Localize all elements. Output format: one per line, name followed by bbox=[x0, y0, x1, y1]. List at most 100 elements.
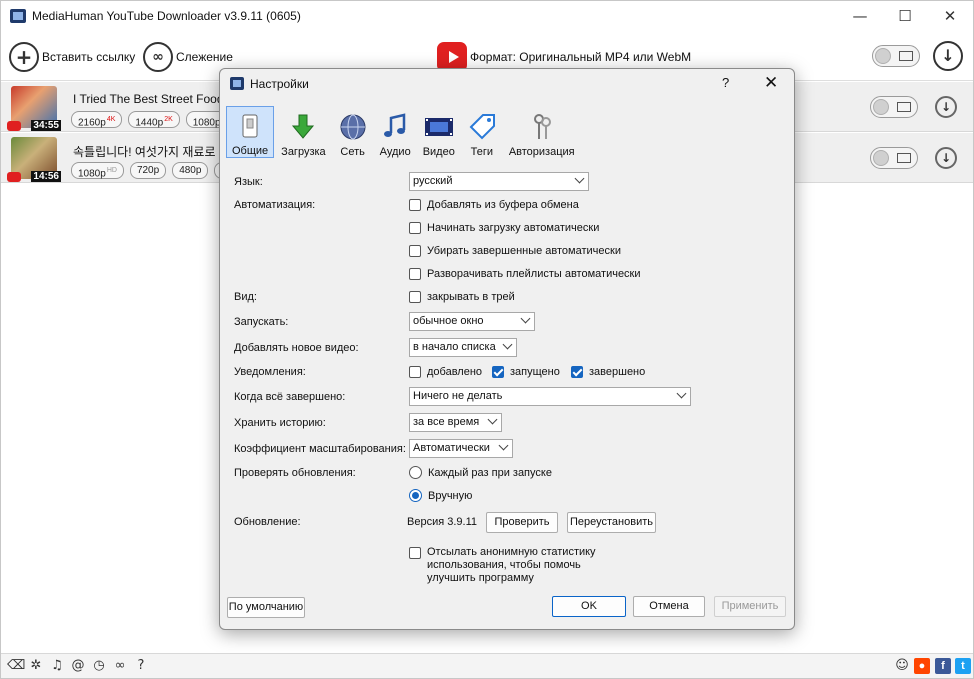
quality-label: 480p bbox=[179, 165, 202, 176]
tab-authorization[interactable]: Авторизация bbox=[504, 106, 580, 158]
minimize-button[interactable]: — bbox=[837, 1, 883, 31]
auto-expand-playlists-checkbox[interactable]: Разворачивать плейлисты автоматически bbox=[409, 268, 641, 280]
automation-label: Автоматизация: bbox=[234, 199, 316, 211]
auto-clipboard-checkbox[interactable]: Добавлять из буфера обмена bbox=[409, 199, 579, 211]
cancel-button[interactable]: Отмена bbox=[633, 596, 705, 617]
view-label: Вид: bbox=[234, 291, 257, 303]
checkbox-box bbox=[409, 268, 421, 280]
add-video-label: Добавлять новое видео: bbox=[234, 342, 359, 354]
quality-chip[interactable]: 720p bbox=[129, 162, 167, 179]
stats-line-2: использования, чтобы помочь bbox=[427, 559, 581, 571]
download-button[interactable]: ↓ bbox=[935, 96, 957, 118]
anonymous-stats-checkbox[interactable]: Отсылать анонимную статистику использова… bbox=[409, 546, 596, 585]
tab-tags[interactable]: Теги bbox=[462, 106, 502, 158]
apply-button[interactable]: Применить bbox=[714, 596, 786, 617]
update-on-start-radio[interactable]: Каждый раз при запуске bbox=[409, 466, 552, 479]
when-done-select[interactable]: Ничего не делать bbox=[409, 387, 691, 406]
auto-start-checkbox[interactable]: Начинать загрузку автоматически bbox=[409, 222, 599, 234]
update-manual-radio[interactable]: Вручную bbox=[409, 489, 472, 502]
check-update-button[interactable]: Проверить bbox=[486, 512, 558, 533]
snail-icon[interactable]: @ bbox=[70, 658, 86, 674]
title-bar: MediaHuman YouTube Downloader v3.9.11 (0… bbox=[1, 1, 973, 31]
tab-label: Видео bbox=[422, 146, 455, 158]
gear-icon[interactable]: ✲ bbox=[28, 658, 44, 674]
clean-icon[interactable]: ⌫ bbox=[7, 658, 25, 674]
tab-download[interactable]: Загрузка bbox=[276, 106, 330, 158]
keys-icon bbox=[533, 114, 551, 139]
quality-tag: 4K bbox=[106, 116, 116, 123]
quality-chip[interactable]: 2160p4K bbox=[71, 111, 123, 128]
settings-tabs: Общие Загрузка Сеть Аудио Видео Теги Авт… bbox=[226, 106, 582, 160]
quality-label: 1080p bbox=[78, 168, 106, 180]
download-all-button[interactable]: ↓ bbox=[933, 41, 963, 71]
row-video-toggle[interactable] bbox=[870, 147, 918, 169]
notify-added-checkbox[interactable]: добавлено bbox=[409, 366, 482, 378]
checkbox-label: Начинать загрузку автоматически bbox=[427, 222, 600, 234]
quality-chip[interactable]: 1440p2K bbox=[128, 111, 180, 128]
reinstall-button[interactable]: Переустановить bbox=[567, 512, 656, 533]
notify-finished-checkbox[interactable]: завершено bbox=[571, 366, 645, 378]
format-label: Формат: Оригинальный MP4 или WebM bbox=[470, 50, 692, 64]
auto-remove-checkbox[interactable]: Убирать завершенные автоматически bbox=[409, 245, 621, 257]
quality-label: 720p bbox=[136, 165, 160, 176]
tab-network[interactable]: Сеть bbox=[333, 106, 373, 158]
checkbox-box bbox=[409, 547, 421, 559]
film-icon bbox=[899, 51, 913, 61]
tab-audio[interactable]: Аудио bbox=[375, 106, 416, 158]
globe-icon bbox=[340, 114, 366, 140]
settings-dialog: Настройки ? ✕ Общие Загрузка Сеть Аудио bbox=[219, 68, 795, 630]
tracking-label: Слежение bbox=[176, 50, 233, 64]
close-to-tray-checkbox[interactable]: закрывать в трей bbox=[409, 291, 515, 303]
clock-icon[interactable]: ◷ bbox=[91, 658, 107, 674]
app-logo-icon bbox=[10, 9, 26, 23]
video-mode-toggle[interactable] bbox=[872, 45, 920, 67]
quality-tag: 2K bbox=[164, 116, 173, 123]
download-arrow-icon bbox=[292, 114, 315, 139]
binoculars-icon[interactable]: ∞ bbox=[112, 658, 128, 674]
reddit-icon[interactable]: ● bbox=[914, 658, 930, 674]
language-label: Язык: bbox=[234, 176, 263, 188]
history-value: за все время bbox=[413, 416, 480, 428]
help-icon[interactable]: ? bbox=[133, 658, 149, 674]
quality-chip[interactable]: 480p bbox=[172, 162, 209, 179]
when-done-label: Когда всё завершено: bbox=[234, 391, 346, 403]
radio-label: Вручную bbox=[428, 489, 473, 502]
stats-line-3: улучшить программу bbox=[427, 572, 534, 584]
notify-started-checkbox[interactable]: запущено bbox=[492, 366, 560, 378]
film-strip-icon bbox=[424, 118, 453, 136]
add-video-select[interactable]: в начало списка bbox=[409, 338, 517, 357]
download-button[interactable]: ↓ bbox=[935, 147, 957, 169]
checkbox-box bbox=[409, 199, 421, 211]
version-text: Версия 3.9.11 bbox=[407, 516, 477, 528]
help-button[interactable]: ? bbox=[722, 75, 729, 90]
paste-link-button[interactable]: + Вставить ссылку bbox=[9, 41, 135, 73]
ok-button[interactable]: OK bbox=[552, 596, 626, 617]
facebook-icon[interactable]: f bbox=[935, 658, 951, 674]
stats-text: Отсылать анонимную статистику использова… bbox=[427, 546, 596, 585]
app-window: MediaHuman YouTube Downloader v3.9.11 (0… bbox=[0, 0, 974, 679]
close-window-button[interactable]: ✕ bbox=[927, 1, 973, 31]
dialog-title-bar: Настройки ? ✕ bbox=[220, 69, 794, 99]
launch-select[interactable]: обычное окно bbox=[409, 312, 535, 331]
language-value: русский bbox=[413, 175, 453, 187]
defaults-button[interactable]: По умолчанию bbox=[227, 597, 305, 618]
maximize-button[interactable]: ☐ bbox=[882, 1, 928, 31]
notifications-label: Уведомления: bbox=[234, 366, 306, 378]
paste-link-label: Вставить ссылку bbox=[42, 50, 136, 64]
chevron-down-icon bbox=[487, 414, 498, 425]
history-label: Хранить историю: bbox=[234, 417, 326, 429]
row-video-toggle[interactable] bbox=[870, 96, 918, 118]
language-select[interactable]: русский bbox=[409, 172, 589, 191]
tab-general[interactable]: Общие bbox=[226, 106, 275, 158]
quality-chip[interactable]: 1080pHD bbox=[71, 162, 124, 179]
community-icon[interactable]: ☺ bbox=[894, 658, 910, 674]
tab-label: Загрузка bbox=[281, 146, 326, 158]
history-select[interactable]: за все время bbox=[409, 413, 502, 432]
toggle-knob bbox=[873, 99, 889, 115]
close-dialog-button[interactable]: ✕ bbox=[764, 73, 778, 93]
twitter-icon[interactable]: t bbox=[955, 658, 971, 674]
music-icon[interactable]: ♫ bbox=[49, 658, 65, 674]
toggle-knob bbox=[875, 48, 891, 64]
scale-select[interactable]: Автоматически bbox=[409, 439, 513, 458]
tab-video[interactable]: Видео bbox=[418, 106, 460, 158]
